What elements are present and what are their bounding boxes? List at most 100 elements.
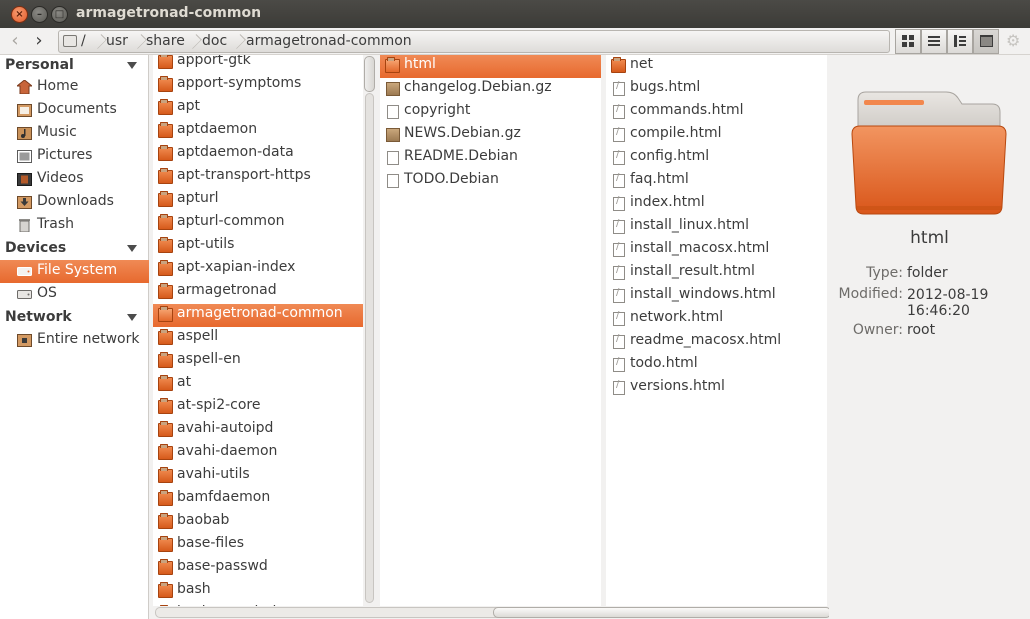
folder-row[interactable]: armagetronad [153,281,363,304]
file-row[interactable]: install_macosx.html [606,239,827,262]
text-file-icon [387,151,399,165]
preview-owner-value: root [907,322,936,338]
scrollbar-thumb[interactable] [493,607,831,618]
collapse-triangle-icon[interactable] [127,314,137,321]
file-row[interactable]: changelog.Debian.gz [380,78,601,101]
scrollbar-thumb[interactable] [364,56,375,92]
file-row[interactable]: config.html [606,147,827,170]
folder-row[interactable]: avahi-autoipd [153,419,363,442]
file-row[interactable]: NEWS.Debian.gz [380,124,601,147]
minimize-window-button[interactable]: – [31,6,48,23]
sidebar-item-downloads[interactable]: Downloads [0,191,149,214]
folder-row[interactable]: aspell-en [153,350,363,373]
folder-row[interactable]: html [380,55,601,78]
breadcrumb-usr[interactable]: usr [106,31,128,52]
file-row[interactable]: network.html [606,308,827,331]
folder-row[interactable]: aspell [153,327,363,350]
html-file-icon [613,333,625,349]
scrollbar-trough[interactable] [365,93,374,603]
folder-row[interactable]: aptdaemon [153,120,363,143]
file-row[interactable]: todo.html [606,354,827,377]
collapse-triangle-icon[interactable] [127,62,137,69]
documents-icon [17,103,32,117]
column-doc-scrollbar[interactable] [363,55,376,606]
folder-row[interactable]: bash [153,580,363,603]
folder-row[interactable]: apport-symptoms [153,74,363,97]
sidebar-heading-network[interactable]: Network [5,309,72,325]
close-icon: × [15,9,24,20]
compact-view-button[interactable] [947,29,973,54]
file-row[interactable]: install_linux.html [606,216,827,239]
file-row[interactable]: TODO.Debian [380,170,601,193]
sidebar-heading-devices[interactable]: Devices [5,240,66,256]
sidebar-item-trash[interactable]: Trash [0,214,149,237]
sidebar-item-entire-network[interactable]: Entire network [0,329,149,352]
folder-row[interactable]: apt-transport-https [153,166,363,189]
folder-row[interactable]: aptdaemon-data [153,143,363,166]
icon-view-button[interactable] [895,29,921,54]
column-armagetronad-common[interactable]: html changelog.Debian.gz copyright NEWS.Deb… [380,55,601,606]
folder-row[interactable]: at-spi2-core [153,396,363,419]
html-file-icon [613,195,625,211]
file-row[interactable]: install_result.html [606,262,827,285]
sidebar-item-videos[interactable]: Videos [0,168,149,191]
forward-button[interactable]: › [29,31,49,51]
file-row[interactable]: compile.html [606,124,827,147]
folder-row[interactable]: apt-xapian-index [153,258,363,281]
breadcrumb-doc[interactable]: doc [202,31,227,52]
sidebar-item-pictures[interactable]: Pictures [0,145,149,168]
folder-row[interactable]: apt [153,97,363,120]
folder-row[interactable]: apturl [153,189,363,212]
row-label: apturl [177,190,219,206]
settings-button[interactable]: ⚙ [1006,33,1022,49]
gear-icon: ⚙ [1006,31,1021,50]
sidebar-item-os[interactable]: OS [0,283,149,306]
folder-row[interactable]: apt-utils [153,235,363,258]
sidebar-item-music[interactable]: Music [0,122,149,145]
column-view-button[interactable] [973,29,999,54]
list-view-button[interactable] [921,29,947,54]
column-doc[interactable]: apport-gtk apport-symptoms apt aptdaemon apt… [153,55,363,606]
large-folder-icon [851,91,1007,215]
music-icon [17,126,32,140]
folder-row[interactable]: baobab [153,511,363,534]
file-row[interactable]: versions.html [606,377,827,400]
folder-icon [158,145,173,161]
folder-icon [158,260,173,276]
folder-icon [158,168,173,184]
close-window-button[interactable]: × [11,6,28,23]
breadcrumb-share[interactable]: share [146,31,185,52]
breadcrumb-armagetronad-common[interactable]: armagetronad-common [246,31,412,52]
title-bar[interactable]: × – □ armagetronad-common [0,0,1030,28]
folder-row[interactable]: net [606,55,827,78]
file-row[interactable]: commands.html [606,101,827,124]
file-row[interactable]: README.Debian [380,147,601,170]
collapse-triangle-icon[interactable] [127,245,137,252]
folder-row[interactable]: at [153,373,363,396]
file-row[interactable]: copyright [380,101,601,124]
folder-row[interactable]: armagetronad-common [153,304,363,327]
sidebar-item-documents[interactable]: Documents [0,99,149,122]
folder-row[interactable]: avahi-utils [153,465,363,488]
sidebar-item-file-system[interactable]: File System [0,260,149,283]
maximize-window-button[interactable]: □ [51,6,68,23]
file-row[interactable]: bugs.html [606,78,827,101]
file-row[interactable]: faq.html [606,170,827,193]
column-html[interactable]: net bugs.html commands.html compile.html con… [606,55,827,606]
sidebar-heading-personal[interactable]: Personal [5,57,74,73]
folder-icon [158,582,173,598]
file-row[interactable]: readme_macosx.html [606,331,827,354]
file-row[interactable]: install_windows.html [606,285,827,308]
file-row[interactable]: index.html [606,193,827,216]
html-file-icon [613,356,625,372]
folder-row[interactable]: apport-gtk [153,55,363,74]
folder-row[interactable]: avahi-daemon [153,442,363,465]
folder-row[interactable]: bamfdaemon [153,488,363,511]
sidebar-item-home[interactable]: Home [0,76,149,99]
folder-row[interactable]: base-passwd [153,557,363,580]
horizontal-scrollbar[interactable] [153,606,833,619]
back-button[interactable]: ‹ [5,31,25,51]
folder-row[interactable]: base-files [153,534,363,557]
row-label: bugs.html [630,79,701,95]
folder-row[interactable]: apturl-common [153,212,363,235]
